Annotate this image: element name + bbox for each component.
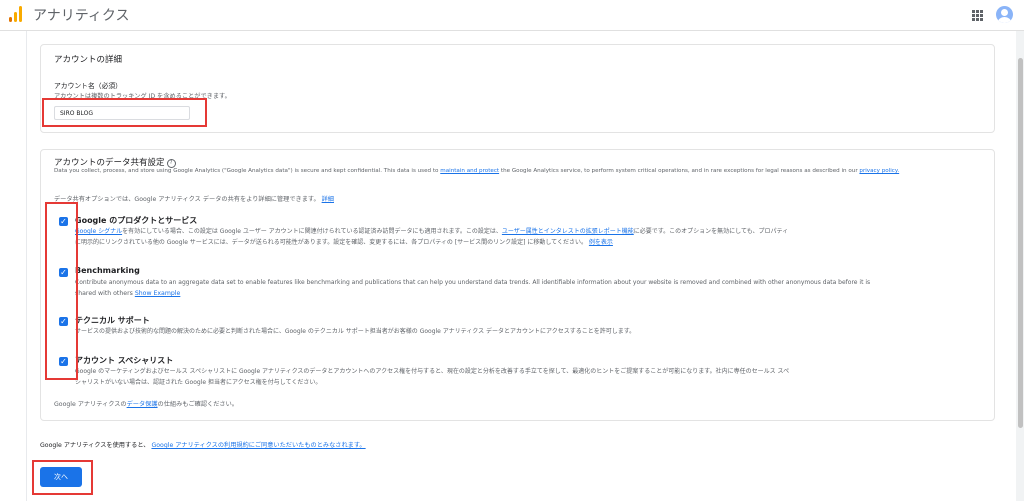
apps-grid-icon[interactable] bbox=[972, 10, 983, 21]
details-link[interactable]: 詳細 bbox=[322, 196, 334, 203]
option-google-products-title: Google のプロダクトとサービス bbox=[75, 216, 198, 225]
option-account-specialist-line1: Google のマーケティングおよびセールス スペシャリストに Google ア… bbox=[75, 368, 790, 375]
terms-link[interactable]: Google アナリティクスの利用規約にご同意いただいたものとみなされます。 bbox=[151, 442, 365, 449]
highlight-next-button bbox=[32, 460, 93, 495]
data-protection-note: Google アナリティクスのデータ保護の仕組みもご確認ください。 bbox=[54, 401, 238, 408]
example-link[interactable]: 例を表示 bbox=[589, 239, 613, 246]
side-divider bbox=[26, 31, 27, 501]
option-technical-support-title: テクニカル サポート bbox=[75, 316, 150, 325]
option-benchmarking-line2: shared with others Show Example bbox=[75, 290, 181, 297]
maintain-protect-link[interactable]: maintain and protect bbox=[440, 168, 499, 174]
app-title: アナリティクス bbox=[33, 8, 130, 24]
sharing-intro: Data you collect, process, and store usi… bbox=[54, 168, 900, 174]
terms-note: Google アナリティクスを使用すると、 Google アナリティクスの利用規… bbox=[40, 442, 366, 449]
option-google-products-line2: に明示的にリンクされている他の Google サービスには、データが送られる可能… bbox=[75, 239, 613, 246]
scrollbar-thumb[interactable] bbox=[1018, 58, 1023, 428]
analytics-logo bbox=[9, 6, 23, 22]
option-benchmarking-title: Benchmarking bbox=[75, 266, 140, 275]
data-protection-link[interactable]: データ保護 bbox=[127, 401, 158, 408]
show-example-link[interactable]: Show Example bbox=[135, 290, 181, 297]
highlight-checkboxes bbox=[45, 202, 78, 380]
option-technical-support-line1: サービスの提供および技術的な問題の解決のために必要と判断された場合に、Googl… bbox=[75, 328, 636, 335]
google-signals-link[interactable]: Google シグナル bbox=[75, 228, 122, 235]
demographics-link[interactable]: ユーザー属性とインタレストの拡張レポート機能 bbox=[502, 228, 634, 235]
account-details-title: アカウントの詳細 bbox=[54, 55, 123, 65]
option-account-specialist-line2: シャリストがいない場合は、認証された Google 担当者にアクセス権を付与して… bbox=[75, 379, 322, 386]
privacy-policy-link[interactable]: privacy policy. bbox=[859, 168, 899, 174]
avatar[interactable] bbox=[996, 6, 1013, 23]
top-app-bar: アナリティクス bbox=[0, 0, 1024, 31]
option-benchmarking-line1: Contribute anonymous data to an aggregat… bbox=[75, 279, 871, 286]
sharing-options-lead: データ共有オプションでは、Google アナリティクス データの共有をより詳細に… bbox=[54, 196, 334, 203]
option-google-products-line1: Google シグナルを有効にしている場合、この設定は Google ユーザー … bbox=[75, 228, 789, 235]
option-account-specialist-title: アカウント スペシャリスト bbox=[75, 356, 174, 365]
highlight-account-name bbox=[42, 98, 207, 127]
